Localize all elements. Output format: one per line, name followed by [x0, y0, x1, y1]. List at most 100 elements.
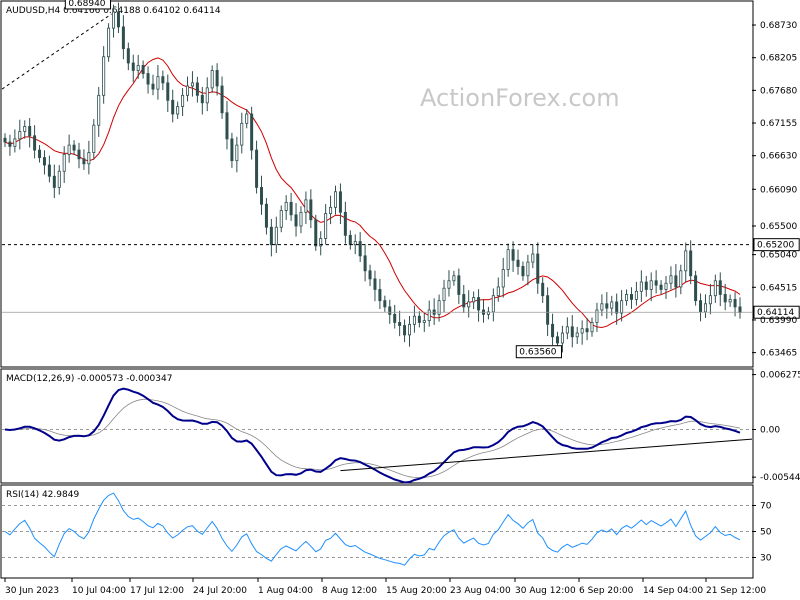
candle-body — [225, 112, 229, 140]
candle-body — [644, 281, 648, 290]
candle-body — [324, 213, 328, 239]
candle-body — [126, 48, 130, 64]
x-axis-label: 30 Aug 12:00 — [515, 586, 576, 596]
candle-body — [156, 76, 160, 90]
candle-body — [260, 187, 264, 205]
candle-body — [42, 157, 46, 166]
candle-body — [220, 85, 224, 114]
candle-body — [3, 137, 7, 143]
candle-body — [403, 325, 407, 336]
x-axis-label: 10 Jul 04:00 — [72, 586, 126, 596]
candle-body — [506, 249, 510, 270]
high-label: 0.68940 — [68, 0, 105, 9]
candle-body — [708, 295, 712, 305]
candle-body — [329, 206, 333, 214]
candle-body — [77, 149, 81, 160]
candle-body — [57, 170, 61, 188]
candle-body — [551, 323, 555, 338]
candle-body — [516, 259, 520, 267]
candle-body — [141, 65, 145, 74]
candle-body — [417, 315, 421, 323]
candle-body — [289, 201, 293, 216]
candle-body — [472, 297, 476, 303]
candle-body — [87, 152, 91, 165]
macd-axis-label: 0.006275 — [760, 371, 800, 381]
candle-body — [190, 82, 194, 87]
candle-body — [442, 287, 446, 302]
price-axis-label: 0.65500 — [760, 222, 797, 232]
price-axis-label: 0.66630 — [760, 152, 797, 162]
candle-body — [679, 270, 683, 288]
candle-body — [393, 313, 397, 323]
candle-body — [496, 286, 500, 297]
macd-header: MACD(12,26,9) -0.000573 -0.000347 — [6, 374, 172, 384]
candle-body — [97, 94, 101, 126]
candle-body — [107, 27, 111, 58]
rsi-axis-label: 30 — [760, 554, 772, 564]
candle-body — [555, 336, 559, 344]
candle-body — [38, 149, 42, 158]
x-axis-label: 17 Jul 12:00 — [130, 586, 184, 596]
candle-body — [13, 138, 17, 147]
candle-body — [294, 214, 298, 227]
candle-body — [250, 113, 254, 151]
candle-body — [718, 280, 722, 295]
candle-body — [422, 320, 426, 323]
candle-body — [585, 328, 589, 333]
price-axis-label: 0.68205 — [760, 54, 797, 64]
candle-body — [131, 62, 135, 71]
candle-body — [536, 253, 540, 284]
candle-body — [151, 83, 155, 90]
candle-body — [654, 280, 658, 286]
candle-body — [368, 270, 372, 280]
candle-body — [531, 253, 535, 263]
candle-body — [92, 124, 96, 153]
candle-body — [570, 326, 574, 338]
candle-body — [136, 65, 140, 71]
candle-body — [269, 226, 273, 246]
candle-body — [279, 210, 283, 228]
candle-body — [694, 275, 698, 302]
macd-trend-line — [340, 438, 753, 472]
candle-body — [8, 141, 12, 147]
price-axis-label: 0.63990 — [760, 316, 797, 326]
forex-chart: ActionForex.com AUDUSD,H4 0.64166 0.6418… — [0, 0, 800, 596]
candle-body — [477, 297, 481, 311]
candle-body — [462, 294, 466, 308]
candle-body — [348, 234, 352, 246]
candle-body — [181, 94, 185, 107]
x-axis-label: 24 Jul 20:00 — [193, 586, 247, 596]
candle-body — [112, 11, 116, 29]
candle-body — [521, 266, 525, 277]
candle-body — [171, 99, 175, 115]
price-axis-label: 0.68730 — [760, 21, 797, 31]
candle-body — [398, 322, 402, 326]
price-axis-label: 0.67680 — [760, 86, 797, 96]
candle-body — [161, 76, 165, 84]
candle-body — [590, 322, 594, 333]
candle-body — [674, 275, 678, 288]
trend-line-to-high — [1, 13, 112, 90]
candle-body — [230, 138, 234, 162]
candle-body — [28, 126, 32, 137]
candle-body — [511, 249, 515, 261]
candle-body — [82, 158, 86, 165]
candle-body — [363, 255, 367, 272]
candle-body — [255, 149, 259, 188]
candle-body — [334, 191, 338, 208]
x-axis-label: 30 Jun 2023 — [5, 586, 59, 596]
candle-body — [274, 226, 278, 246]
candle-body — [33, 135, 37, 151]
candle-body — [383, 300, 387, 308]
candle-body — [304, 199, 308, 213]
candle-body — [116, 11, 120, 28]
candle-body — [245, 113, 249, 124]
price-axis-label: 0.65040 — [760, 251, 797, 261]
candle-body — [146, 73, 150, 85]
candle-body — [447, 280, 451, 289]
candle-body — [565, 326, 569, 334]
candle-body — [649, 280, 653, 290]
candle-body — [738, 306, 742, 313]
rsi-axis-label: 70 — [760, 502, 772, 512]
low-label: 0.63560 — [519, 348, 556, 358]
